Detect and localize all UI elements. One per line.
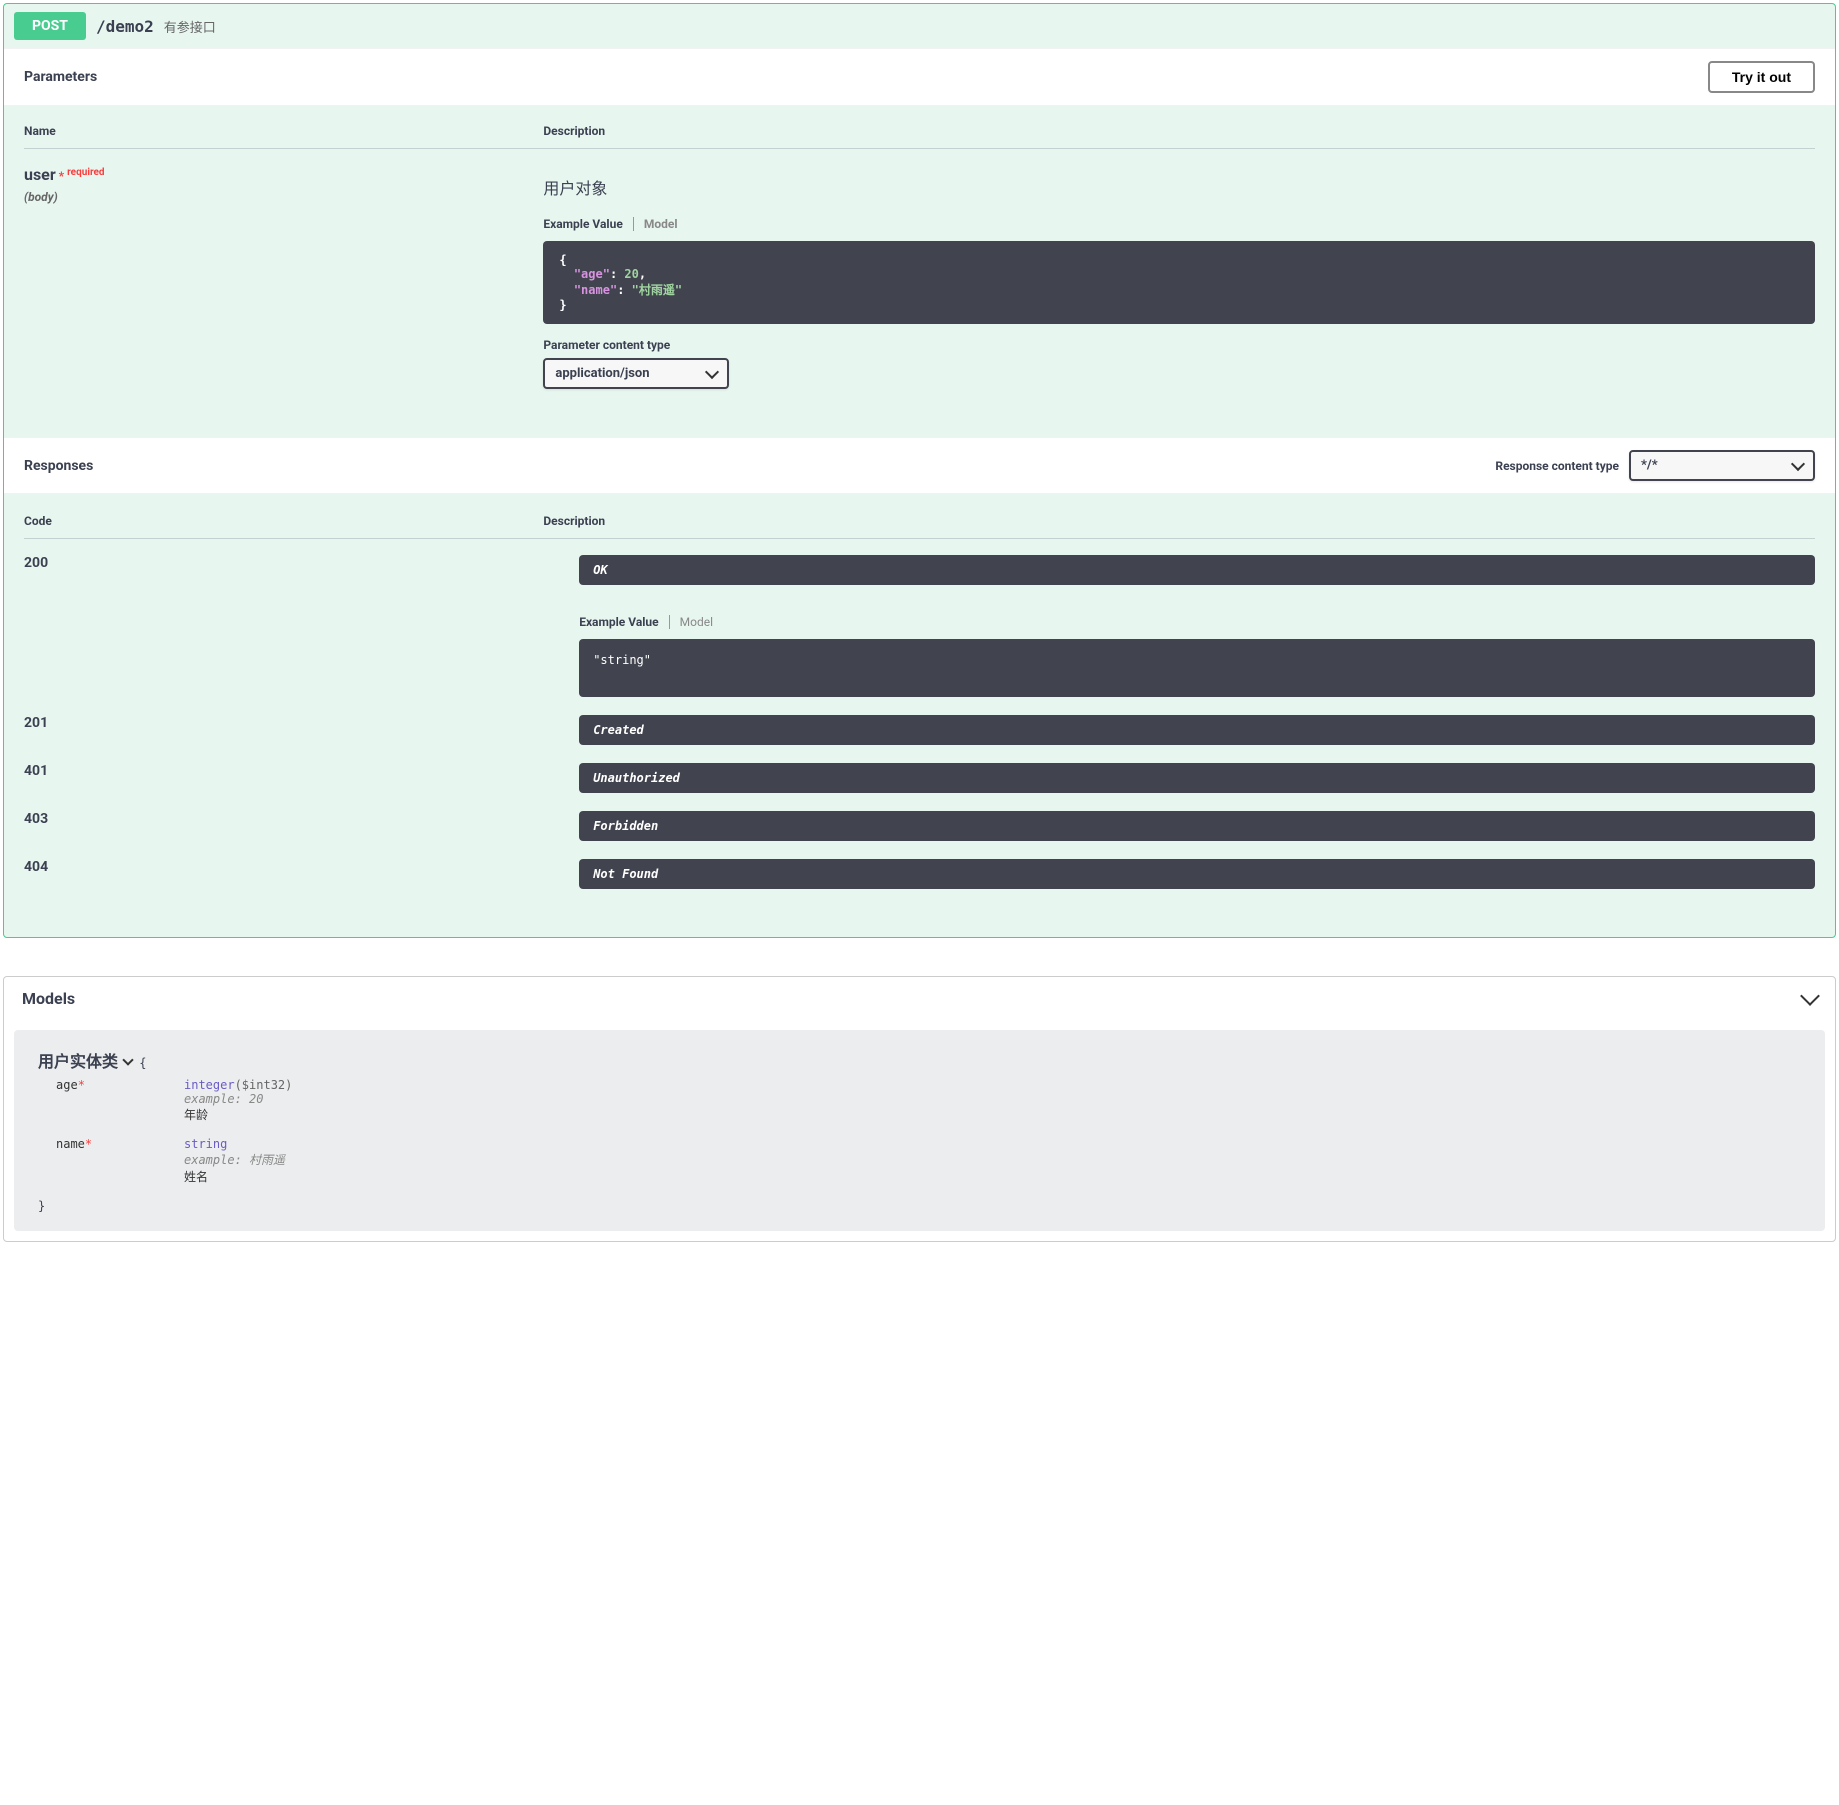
endpoint-summary: 有参接口 (164, 17, 216, 36)
tab-separator (669, 615, 670, 629)
response-content-type-label: Response content type (1495, 459, 1619, 473)
model-field-age: age* integer($int32) example: 20 年龄 (56, 1078, 1801, 1123)
models-header[interactable]: Models (4, 977, 1835, 1020)
method-badge: POST (14, 12, 86, 40)
operation-header[interactable]: POST /demo2 有参接口 (4, 4, 1835, 48)
response-row-403: 403 Forbidden (24, 811, 1815, 841)
param-name: user (24, 165, 56, 184)
response-example[interactable]: "string" (579, 639, 1815, 697)
response-desc: Not Found (579, 859, 1815, 889)
response-row-401: 401 Unauthorized (24, 763, 1815, 793)
example-label: example: (184, 1153, 242, 1167)
try-it-out-button[interactable]: Try it out (1708, 61, 1815, 93)
models-section: Models 用户实体类 { age* integer($int32) exam… (3, 976, 1836, 1242)
response-content-type-value: */* (1641, 458, 1658, 473)
col-header-description: Description (543, 124, 1815, 138)
responses-bar: Responses Response content type */* (4, 437, 1835, 494)
response-row-201: 201 Created (24, 715, 1815, 745)
model-name-text: 用户实体类 (38, 1048, 118, 1072)
endpoint-path: /demo2 (96, 17, 154, 36)
response-desc: Unauthorized (579, 763, 1815, 793)
required-text: required (67, 167, 104, 178)
model-box: 用户实体类 { age* integer($int32) example: 20… (14, 1030, 1825, 1231)
tab-example-value[interactable]: Example Value (543, 217, 622, 231)
response-code: 401 (24, 763, 579, 793)
response-desc: Forbidden (579, 811, 1815, 841)
response-desc: Created (579, 715, 1815, 745)
field-key: name (56, 1137, 85, 1151)
tab-model[interactable]: Model (680, 615, 713, 629)
field-description: 年龄 (184, 1108, 208, 1122)
col-header-code: Code (24, 514, 543, 528)
field-format: ($int32) (235, 1078, 293, 1092)
responses-title: Responses (24, 458, 93, 474)
field-key: age (56, 1078, 78, 1092)
operation-post: POST /demo2 有参接口 Parameters Try it out N… (3, 3, 1836, 938)
tab-model[interactable]: Model (644, 217, 678, 231)
response-row-200: 200 OK Example Value Model "string" (24, 555, 1815, 697)
field-type: string (184, 1137, 227, 1151)
required-star: * (59, 169, 64, 183)
response-code: 403 (24, 811, 579, 841)
tab-example-value[interactable]: Example Value (579, 615, 658, 629)
chevron-down-icon (122, 1054, 133, 1065)
required-star: * (85, 1137, 92, 1151)
required-star: * (78, 1078, 85, 1092)
response-desc: OK (579, 555, 1815, 585)
parameters-body: Name Description user * required (body) … (4, 106, 1835, 437)
content-type-label: Parameter content type (543, 338, 1815, 352)
response-code: 200 (24, 555, 579, 697)
response-code: 404 (24, 859, 579, 889)
model-field-name: name* string example: 村雨遥 姓名 (56, 1137, 1801, 1185)
models-title: Models (22, 989, 75, 1008)
field-description: 姓名 (184, 1170, 208, 1184)
responses-body: Code Description 200 OK Example Value Mo… (4, 494, 1835, 937)
open-brace: { (139, 1056, 146, 1070)
close-brace: } (38, 1199, 45, 1213)
parameters-title: Parameters (24, 69, 97, 85)
model-name[interactable]: 用户实体类 (38, 1048, 132, 1072)
param-content-type-value: application/json (555, 366, 649, 381)
response-content-type-select[interactable]: */* (1629, 450, 1815, 481)
parameters-bar: Parameters Try it out (4, 48, 1835, 106)
response-row-404: 404 Not Found (24, 859, 1815, 889)
response-code: 201 (24, 715, 579, 745)
param-in: (body) (24, 190, 543, 204)
param-description: 用户对象 (543, 175, 1815, 199)
field-type: integer (184, 1078, 235, 1092)
example-value: 20 (249, 1092, 263, 1106)
example-value: 村雨遥 (249, 1153, 285, 1167)
chevron-down-icon (1800, 986, 1820, 1006)
param-content-type-select[interactable]: application/json (543, 358, 729, 389)
col-header-name: Name (24, 124, 543, 138)
col-header-resp-description: Description (543, 514, 1815, 528)
example-label: example: (184, 1092, 242, 1106)
param-example-json[interactable]: { "age": 20, "name": "村雨遥"} (543, 241, 1815, 324)
tab-separator (633, 217, 634, 231)
parameter-row: user * required (body) 用户对象 Example Valu… (24, 165, 1815, 389)
